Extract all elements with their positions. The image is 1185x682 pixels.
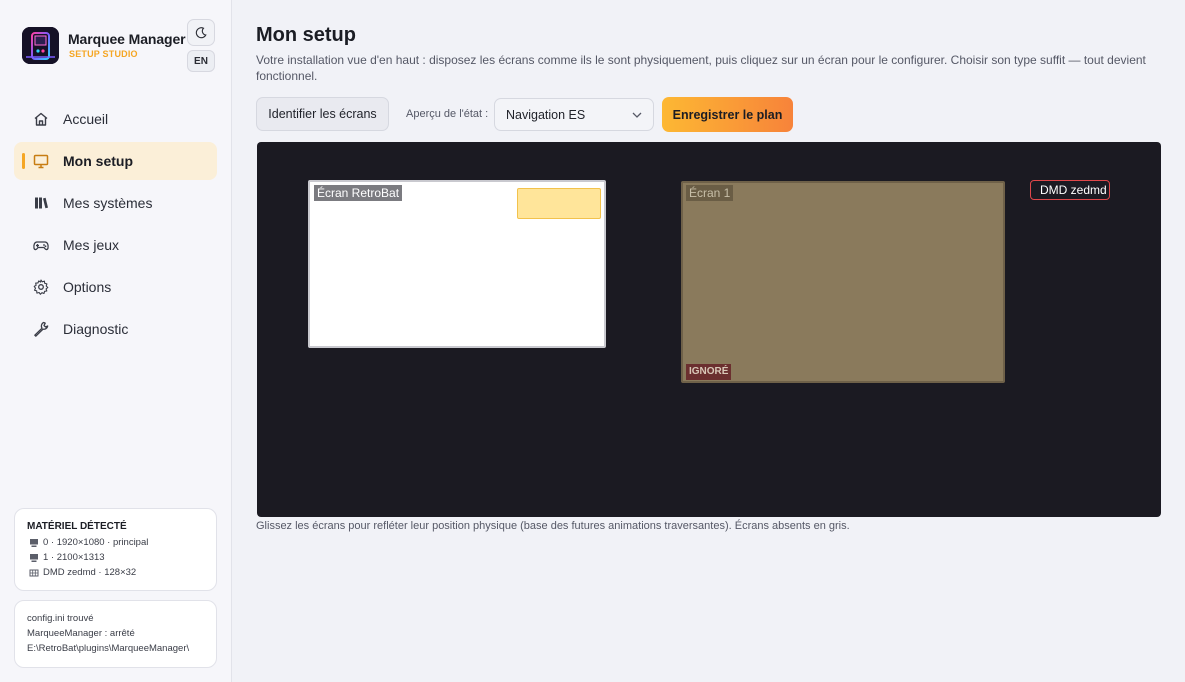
nav-item-accueil[interactable]: Accueil [14,100,217,138]
nav-item-label: Diagnostic [63,321,129,337]
app-logo [22,27,59,64]
hardware-line: 0 · 1920×1080 · principal [29,537,148,548]
grid-icon [29,568,39,578]
screen-label: Écran 1 [686,185,734,201]
nav-item-options[interactable]: Options [14,268,217,306]
screen-label: DMD zedmd [1040,183,1107,197]
screen-1[interactable]: Écran 1 IGNORÉ [681,181,1005,383]
config-line: MarqueeManager : arrêté [27,628,135,639]
hardware-line-text: 0 · 1920×1080 · principal [43,537,149,548]
setup-canvas[interactable]: Écran RetroBat Écran 1 IGNORÉ DMD zedmd [257,142,1161,517]
hardware-title: MATÉRIEL DÉTECTÉ [27,521,127,532]
language-button[interactable]: EN [187,50,215,72]
screen-label: Écran RetroBat [314,185,403,201]
theme-toggle-button[interactable] [187,19,215,46]
nav-item-label: Mes systèmes [63,195,153,211]
app-subtitle: SETUP STUDIO [69,49,138,59]
nav-item-diagnostic[interactable]: Diagnostic [14,310,217,348]
canvas-hint: Glissez les écrans pour refléter leur po… [256,520,850,532]
monitor-icon [32,152,50,170]
sidebar: Marquee Manager SETUP STUDIO EN Accueil … [0,0,232,682]
chevron-down-icon [631,109,643,121]
hardware-line: 1 · 2100×1313 [29,552,105,563]
hardware-card: MATÉRIEL DÉTECTÉ 0 · 1920×1080 · princip… [14,508,217,591]
config-status-card: config.ini trouvé MarqueeManager : arrêt… [14,600,217,668]
page-description: Votre installation vue d'en haut : dispo… [256,53,1146,83]
config-line: config.ini trouvé [27,613,94,624]
home-icon [32,110,50,128]
nav-item-mon-setup[interactable]: Mon setup [14,142,217,180]
monitor-icon [29,553,39,563]
hardware-line: DMD zedmd · 128×32 [29,567,136,578]
app-title: Marquee Manager [68,31,186,47]
screen-retrobat[interactable]: Écran RetroBat [308,180,606,348]
nav-item-mes-jeux[interactable]: Mes jeux [14,226,217,264]
marquee-zone[interactable] [517,188,601,219]
hardware-line-text: DMD zedmd · 128×32 [43,567,137,578]
state-preview-value: Navigation ES [506,108,586,122]
nav-item-label: Mon setup [63,153,133,169]
nav-item-label: Mes jeux [63,237,120,253]
nav-item-label: Options [63,279,112,295]
books-icon [32,194,50,212]
state-preview-select[interactable]: Navigation ES [494,98,654,131]
monitor-icon [29,538,39,548]
screen-dmd[interactable]: DMD zedmd [1030,180,1110,200]
gamepad-icon [32,236,50,254]
nav-item-label: Accueil [63,111,109,127]
moon-icon [195,26,207,38]
wrench-icon [32,320,50,338]
status-badge: IGNORÉ [686,364,732,380]
page-title: Mon setup [256,24,356,46]
identify-screens-button[interactable]: Identifier les écrans [256,97,389,131]
save-plan-button[interactable]: Enregistrer le plan [662,97,793,132]
active-indicator [22,153,25,169]
state-preview-label: Aperçu de l'état : [406,108,489,120]
nav-item-mes-systemes[interactable]: Mes systèmes [14,184,217,222]
gear-icon [32,278,50,296]
config-path: E:\RetroBat\plugins\MarqueeManager\ [27,643,190,654]
hardware-line-text: 1 · 2100×1313 [43,552,105,563]
